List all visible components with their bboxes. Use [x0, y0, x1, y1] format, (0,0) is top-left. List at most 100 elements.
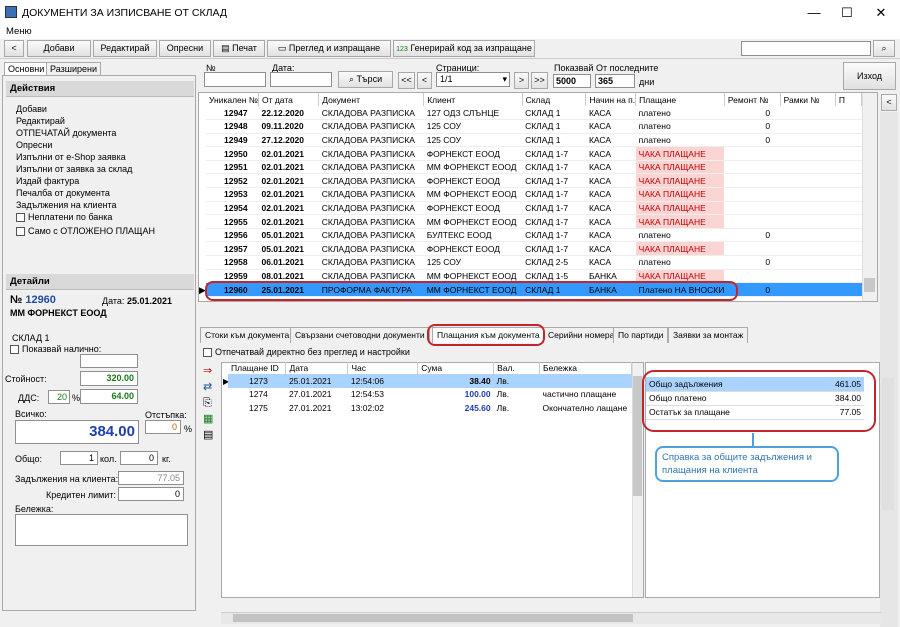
- column-header[interactable]: Уникален №: [206, 93, 259, 106]
- no-input[interactable]: [204, 72, 266, 87]
- shown-input[interactable]: 5000: [553, 74, 591, 88]
- column-header[interactable]: Сума: [417, 362, 495, 374]
- printer-icon[interactable]: ▤: [203, 429, 217, 441]
- preview-send-button[interactable]: ▭ Преглед и изпращане: [267, 40, 391, 57]
- tab-serial-numbers[interactable]: Серийни номера: [543, 327, 620, 343]
- qty-field[interactable]: 1: [60, 451, 98, 465]
- edit-button[interactable]: Редактирай: [93, 40, 157, 57]
- column-header[interactable]: Плащане: [635, 93, 725, 106]
- table-row[interactable]: 12947 22.12.2020 СКЛАДОВА РАЗПИСКА 127 ОДЗ …: [206, 106, 862, 121]
- table-row[interactable]: 1274 27.01.2021 12:54:53 100.00 Лв. частично …: [228, 388, 632, 402]
- table-row[interactable]: 1273 25.01.2021 12:54:06 38.40 Лв.: [228, 374, 632, 388]
- documents-scroll-thumb[interactable]: [864, 278, 875, 292]
- table-row[interactable]: 1275 27.01.2021 13:02:02 245.60 Лв. Окончател…: [228, 401, 632, 415]
- search-button[interactable]: ⌕ Търси: [338, 71, 393, 88]
- table-row[interactable]: 12954 02.01.2021 СКЛАДОВА РАЗПИСКА ФОРНЕКСТ…: [206, 201, 862, 216]
- note-field[interactable]: [15, 514, 188, 546]
- tab-batches[interactable]: По партиди: [613, 327, 669, 343]
- table-row[interactable]: 12957 05.01.2021 СКЛАДОВА РАЗПИСКА ФОРНЕКСТ…: [206, 241, 862, 257]
- prev-page-button[interactable]: <: [417, 72, 432, 89]
- table-cell: 0: [724, 133, 781, 148]
- column-header[interactable]: Вал.: [493, 362, 541, 374]
- column-header[interactable]: Склад: [522, 93, 587, 106]
- column-header[interactable]: От дата: [258, 93, 320, 106]
- close-button[interactable]: ✕: [864, 3, 898, 23]
- column-header[interactable]: Час: [347, 362, 419, 374]
- menu-item[interactable]: Меню: [6, 26, 32, 37]
- column-header[interactable]: Плащане ID: [228, 362, 287, 374]
- action-add[interactable]: Добави: [16, 104, 47, 114]
- action-print[interactable]: ОТПЕЧАТАЙ документа: [16, 128, 116, 138]
- postponed-checkbox[interactable]: Само с ОТЛОЖЕНО ПЛАЩАН: [16, 226, 155, 237]
- side-collapse-button[interactable]: <: [881, 94, 897, 111]
- add-button[interactable]: Добави: [27, 40, 91, 57]
- date-input[interactable]: [270, 72, 332, 87]
- table-row[interactable]: 12948 09.11.2020 СКЛАДОВА РАЗПИСКА 125 СОУ С…: [206, 119, 862, 134]
- copy-icon[interactable]: ⎘: [203, 397, 217, 409]
- refresh-button[interactable]: Опресни: [159, 40, 211, 57]
- show-stock-checkbox[interactable]: Показвай налично:: [10, 344, 101, 355]
- vat-field[interactable]: 64.00: [80, 389, 138, 404]
- unpaid-bank-checkbox[interactable]: Неплатени по банка: [16, 212, 112, 223]
- payments-scroll-thumb[interactable]: [633, 376, 642, 496]
- payment-actions: ⇒ ⇄ ⎘ ▦ ▤: [202, 362, 220, 462]
- column-header[interactable]: Бележка: [539, 362, 632, 374]
- next-page-button[interactable]: >: [514, 72, 529, 89]
- table-row[interactable]: 12953 02.01.2021 СКЛАДОВА РАЗПИСКА ММ ФОРНЕ…: [206, 187, 862, 202]
- stock-field[interactable]: [80, 354, 138, 368]
- tab-extended[interactable]: Разширени: [46, 62, 101, 76]
- last-page-button[interactable]: >>: [531, 72, 548, 89]
- action-invoice[interactable]: Издай фактура: [16, 176, 79, 186]
- table-cell: 12952: [206, 173, 259, 189]
- action-refresh[interactable]: Опресни: [16, 140, 52, 150]
- tab-goods[interactable]: Стоки към документа: [200, 327, 295, 343]
- documents-scrollbar[interactable]: [862, 93, 877, 301]
- bottom-scroll-thumb[interactable]: [233, 614, 633, 622]
- column-header[interactable]: Дата: [285, 362, 349, 374]
- maximize-button[interactable]: ☐: [830, 3, 864, 23]
- search-icon-button[interactable]: ⌕: [873, 40, 895, 57]
- exit-button[interactable]: Изход: [843, 62, 896, 90]
- action-warehouse-request[interactable]: Изпълни от заявка за склад: [16, 164, 132, 174]
- action-profit[interactable]: Печалба от документа: [16, 188, 110, 198]
- column-header[interactable]: Клиент: [423, 93, 523, 106]
- transfer-icon[interactable]: ⇄: [203, 381, 217, 393]
- vat-percent-field[interactable]: 20: [48, 390, 70, 404]
- details-title: Детайли: [6, 274, 194, 290]
- table-cell: ЧАКА ПЛАЩАНЕ: [635, 187, 725, 202]
- table-row[interactable]: 12952 02.01.2021 СКЛАДОВА РАЗПИСКА ФОРНЕКСТ…: [206, 173, 862, 189]
- print-button[interactable]: ▤ Печат: [213, 40, 265, 57]
- tab-accounting-docs[interactable]: Свързани счетоводни документи: [290, 327, 430, 343]
- table-row[interactable]: 12950 02.01.2021 СКЛАДОВА РАЗПИСКА ФОРНЕКСТ…: [206, 146, 862, 161]
- column-header[interactable]: Ремонт №: [724, 93, 781, 106]
- table-cell: СКЛАД 1: [522, 106, 586, 121]
- column-header[interactable]: Документ: [318, 93, 425, 106]
- action-eshop[interactable]: Изпълни от e-Shop заявка: [16, 152, 126, 162]
- table-row[interactable]: 12951 02.01.2021 СКЛАДОВА РАЗПИСКА ММ ФОРНЕ…: [206, 160, 862, 175]
- minimize-button[interactable]: —: [797, 3, 831, 23]
- first-page-button[interactable]: <<: [398, 72, 415, 89]
- weight-field[interactable]: 0: [120, 451, 158, 465]
- table-row[interactable]: 12955 02.01.2021 СКЛАДОВА РАЗПИСКА ММ ФОРНЕ…: [206, 214, 862, 229]
- action-client-debts[interactable]: Задължения на клиента: [16, 200, 117, 210]
- action-edit[interactable]: Редактирай: [16, 116, 65, 126]
- page-select[interactable]: 1/1 ▾: [436, 72, 510, 87]
- table-row[interactable]: 12958 06.01.2021 СКЛАДОВА РАЗПИСКА 125 СОУ С…: [206, 255, 862, 270]
- back-button[interactable]: <: [4, 40, 24, 57]
- column-header[interactable]: Рамки №: [780, 93, 836, 106]
- add-payment-icon[interactable]: ⇒: [203, 365, 217, 377]
- table-row[interactable]: 12949 27.12.2020 СКЛАДОВА РАЗПИСКА 125 СОУ С…: [206, 133, 862, 148]
- print-direct-checkbox[interactable]: Отпечатвай директно без преглед и настро…: [203, 347, 410, 358]
- spreadsheet-icon[interactable]: ▦: [203, 413, 217, 425]
- generate-code-button[interactable]: 123 Генерирай код за изпращане: [393, 40, 535, 57]
- tab-installation-requests[interactable]: Заявки за монтаж: [668, 327, 749, 343]
- days-input[interactable]: 365: [595, 74, 635, 88]
- tab-basic[interactable]: Основни: [4, 62, 49, 76]
- column-header[interactable]: П: [835, 93, 863, 106]
- table-row[interactable]: 12956 05.01.2021 СКЛАДОВА РАЗПИСКА БУЛТЕКС …: [206, 228, 862, 243]
- summary-scrollbar[interactable]: [882, 378, 894, 510]
- column-header[interactable]: Начин на п.: [585, 93, 637, 106]
- quick-search-input[interactable]: [741, 41, 871, 56]
- value-field[interactable]: 320.00: [80, 371, 138, 386]
- discount-field[interactable]: 0: [145, 420, 181, 434]
